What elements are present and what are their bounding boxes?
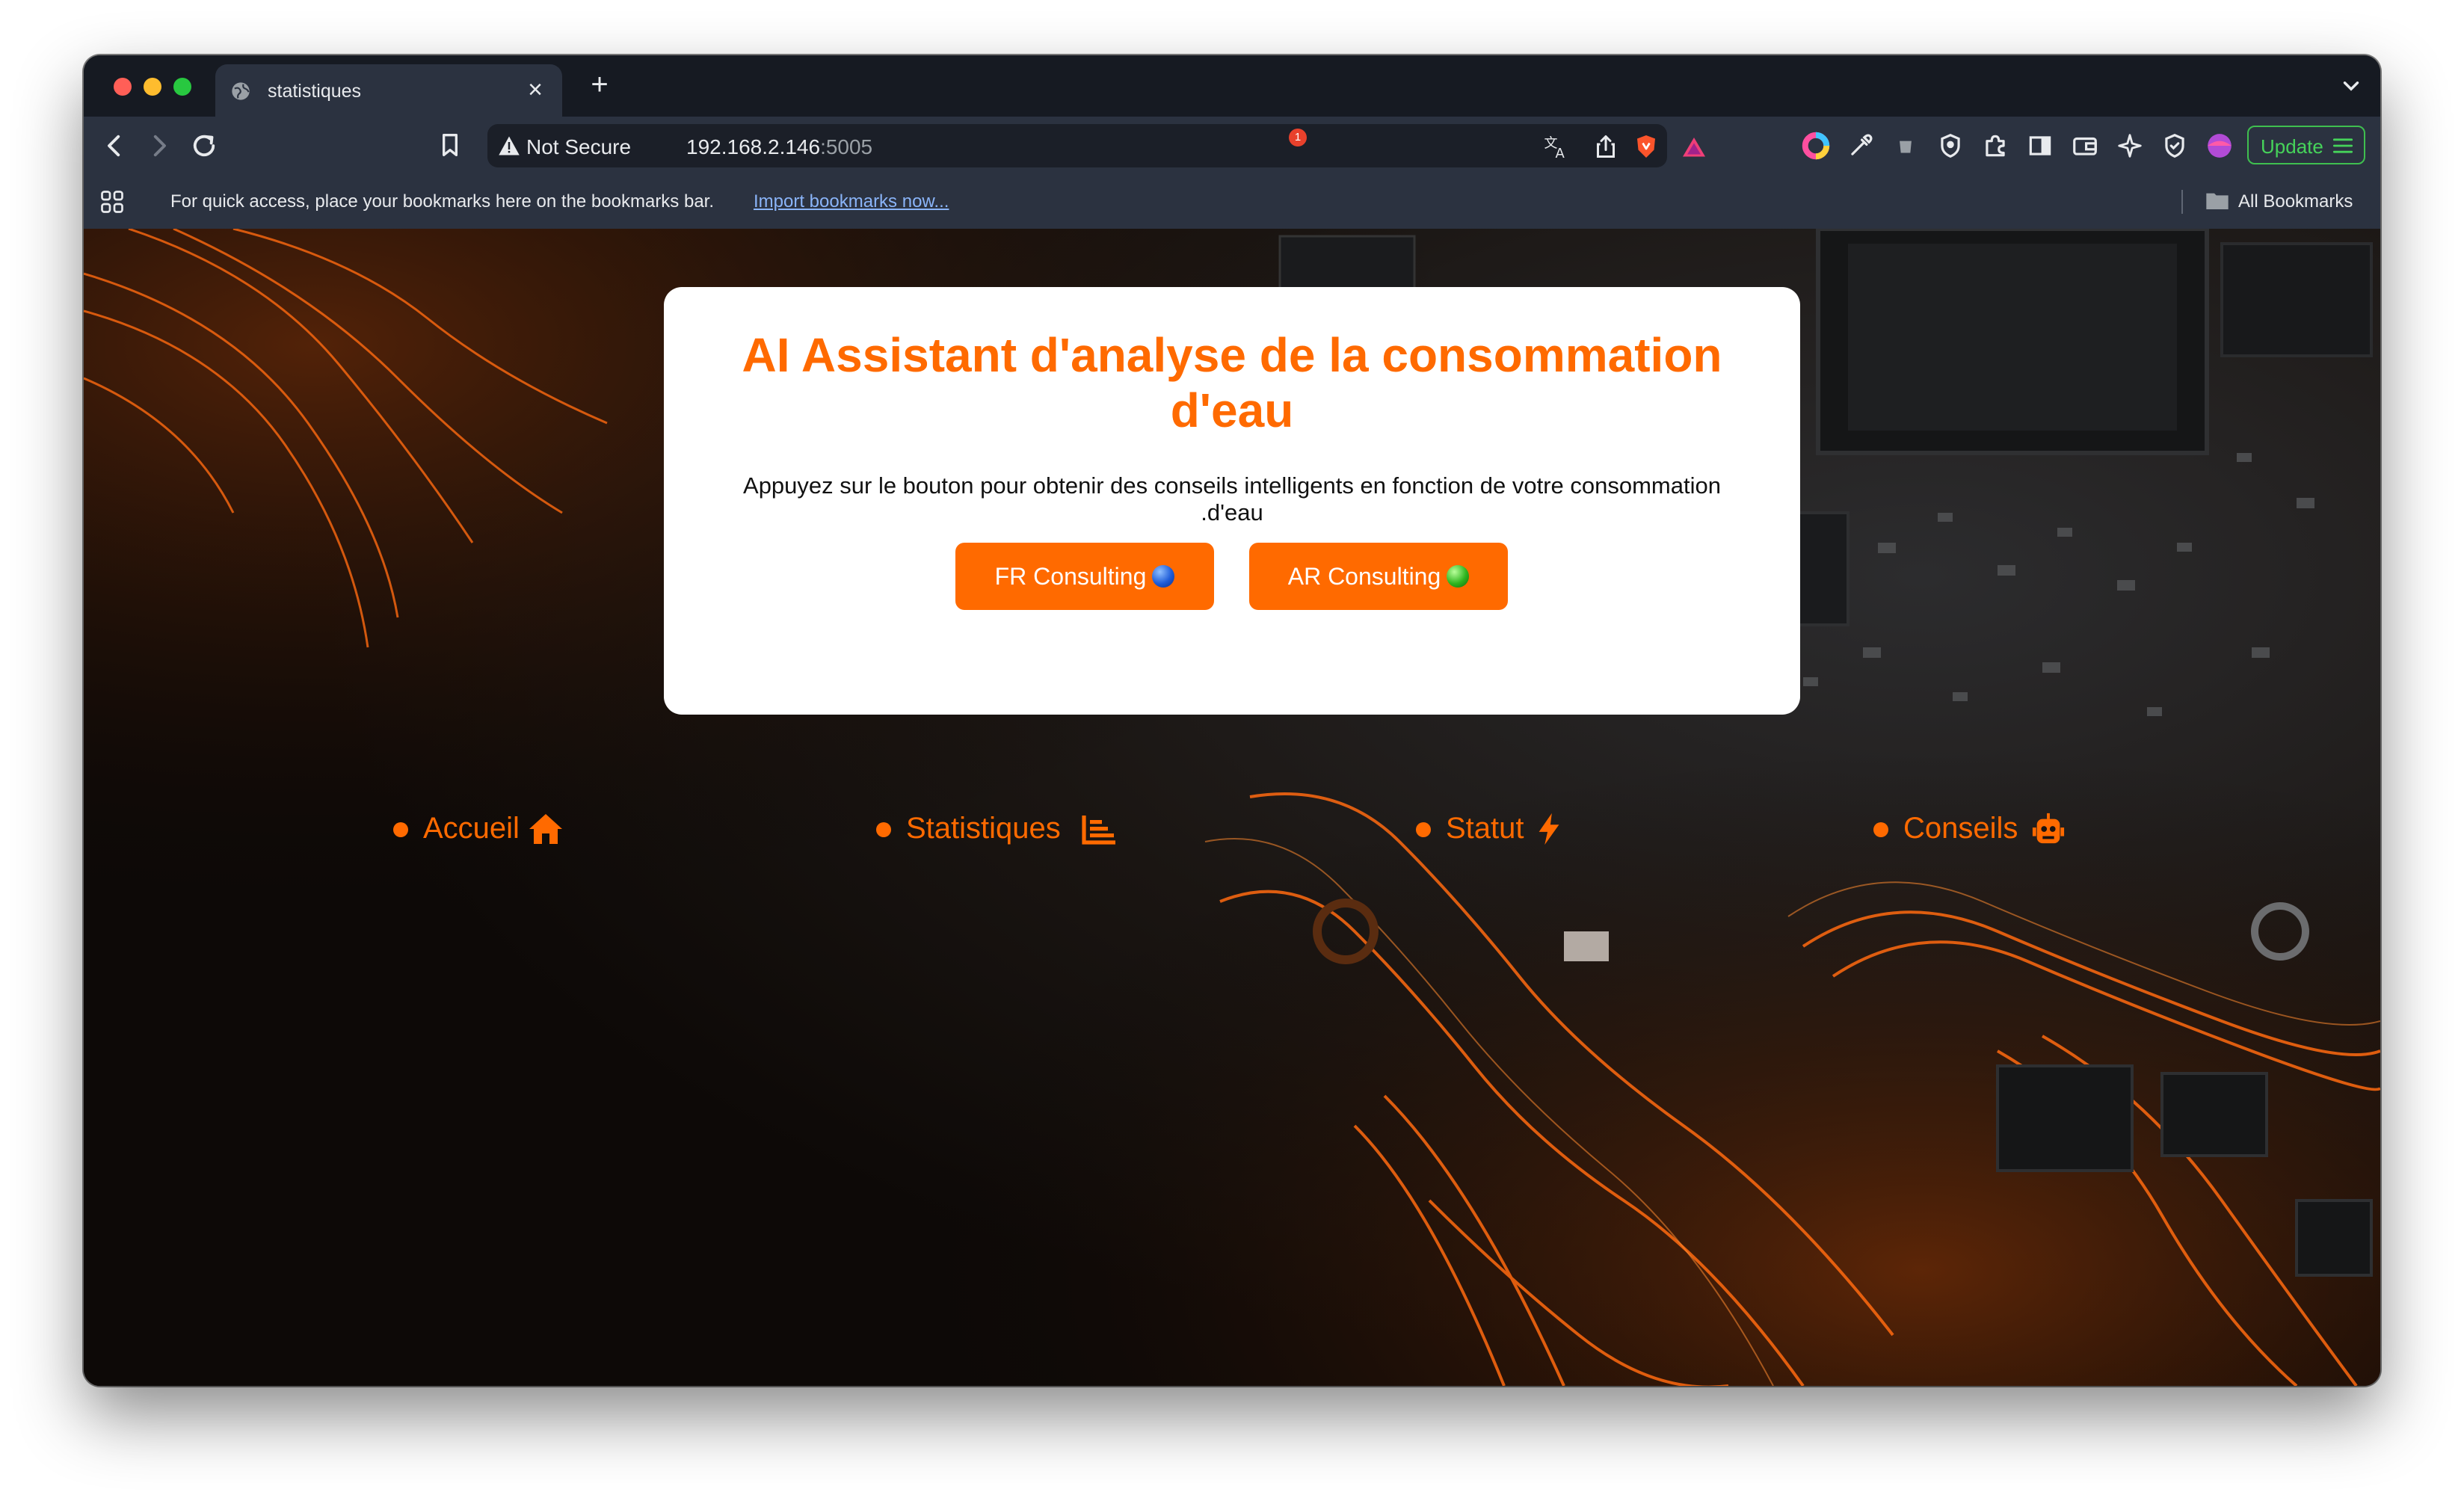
rewards-badge: 1: [1289, 129, 1307, 147]
nav-label-statistiques: Statistiques: [906, 812, 1061, 845]
window-minimize-button[interactable]: [144, 78, 161, 96]
update-label: Update: [2261, 135, 2323, 158]
nav-item-statistiques[interactable]: Statistiques: [876, 806, 1130, 851]
hamburger-menu-icon: [2332, 138, 2353, 153]
chart-icon: [1082, 816, 1115, 845]
ar-consulting-label: AR Consulting: [1287, 563, 1441, 590]
eyedropper-icon[interactable]: [1847, 132, 1875, 160]
address-bar[interactable]: Not Secure 192.168.2.146:5005 文 A 1: [487, 124, 1705, 167]
leo-ai-icon[interactable]: [2116, 132, 2144, 160]
chevron-down-icon[interactable]: [2338, 73, 2364, 99]
url-text[interactable]: 192.168.2.146:5005: [686, 135, 872, 159]
cup-extension-icon[interactable]: [1891, 132, 1920, 160]
folder-icon: [2206, 193, 2229, 209]
browser-toolbar: Not Secure 192.168.2.146:5005 文 A 1 Upda…: [84, 117, 2380, 175]
nav-label-conseils: Conseils: [1903, 812, 2018, 845]
new-tab-button[interactable]: +: [583, 67, 616, 102]
home-icon: [529, 814, 562, 844]
reload-icon[interactable]: [188, 130, 220, 161]
bookmarks-bar: For quick access, place your bookmarks h…: [84, 175, 2380, 229]
browser-window: statistiques × + Not Secure 192.168.2.14…: [84, 55, 2380, 1386]
translate-icon[interactable]: 文 A: [1543, 133, 1570, 161]
nav-item-conseils[interactable]: Conseils: [1873, 806, 2090, 851]
vpn-shield-icon[interactable]: [2160, 132, 2189, 160]
nav-bullet: [393, 822, 408, 837]
nav-bullet: [876, 822, 891, 837]
robot-icon: [2032, 813, 2065, 844]
warning-icon: [499, 136, 520, 155]
bookmark-icon[interactable]: [435, 130, 465, 160]
profile-avatar-icon[interactable]: [2205, 132, 2234, 160]
nav-label-accueil: Accueil: [423, 812, 520, 845]
color-wheel-extension-icon[interactable]: [1802, 132, 1830, 160]
svg-text:A: A: [1556, 146, 1565, 160]
bookmarks-prompt: For quick access, place your bookmarks h…: [170, 191, 715, 212]
browser-tab-active[interactable]: statistiques ×: [215, 64, 562, 117]
nav-label-statut: Statut: [1446, 812, 1524, 845]
bolt-icon: [1539, 813, 1559, 845]
import-bookmarks-link[interactable]: Import bookmarks now...: [754, 191, 949, 212]
nav-item-statut[interactable]: Statut: [1416, 806, 1580, 851]
sidebar-icon[interactable]: [2026, 132, 2054, 160]
globe-icon: [232, 82, 250, 100]
share-icon[interactable]: [1592, 133, 1619, 160]
ar-consulting-button[interactable]: AR Consulting: [1249, 543, 1508, 610]
apps-grid-icon[interactable]: [99, 188, 126, 215]
nav-item-accueil[interactable]: Accueil: [393, 806, 588, 851]
tab-close-icon[interactable]: ×: [522, 75, 549, 105]
wallet-icon[interactable]: [2071, 132, 2099, 160]
url-host: 192.168.2.146: [686, 135, 821, 158]
brave-shield-icon[interactable]: [1633, 133, 1660, 160]
brave-rewards-icon[interactable]: [1681, 133, 1707, 160]
nav-bullet: [1873, 822, 1888, 837]
bookmarks-divider: [2181, 190, 2183, 214]
blue-circle-icon: [1152, 564, 1175, 588]
security-label[interactable]: Not Secure: [526, 135, 631, 159]
back-arrow-icon[interactable]: [99, 130, 130, 161]
tab-strip: statistiques × +: [84, 55, 2380, 117]
url-port: :5005: [820, 135, 873, 158]
card-title: AI Assistant d'analyse de la consommatio…: [742, 328, 1722, 437]
update-button[interactable]: Update: [2247, 126, 2365, 164]
all-bookmarks-button[interactable]: All Bookmarks: [2238, 191, 2353, 212]
fr-consulting-button[interactable]: FR Consulting: [955, 543, 1214, 610]
window-close-button[interactable]: [114, 78, 132, 96]
window-maximize-button[interactable]: [173, 78, 191, 96]
page-content: AI Assistant d'analyse de la consommatio…: [84, 229, 2380, 1386]
puzzle-extensions-icon[interactable]: [1981, 132, 2009, 160]
card-description: Appuyez sur le bouton pour obtenir des c…: [743, 472, 1721, 525]
nav-bullet: [1416, 822, 1431, 837]
fr-consulting-label: FR Consulting: [994, 563, 1147, 590]
shield-extension-icon[interactable]: [1936, 132, 1965, 160]
green-circle-icon: [1447, 564, 1470, 588]
tab-title: statistiques: [268, 81, 362, 102]
forward-arrow-icon[interactable]: [144, 130, 175, 161]
assistant-card: AI Assistant d'analyse de la consommatio…: [664, 287, 1800, 715]
